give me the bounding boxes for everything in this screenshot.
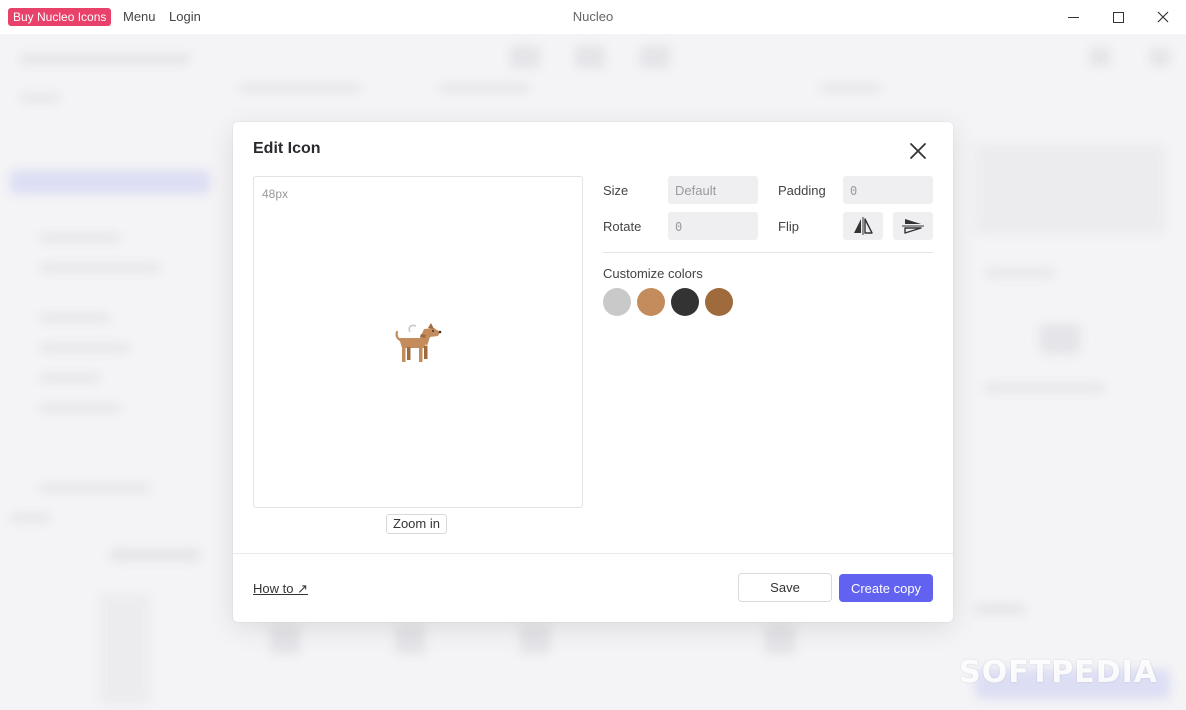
zoom-in-button[interactable]: Zoom in <box>386 514 447 534</box>
color-swatch[interactable] <box>671 288 699 316</box>
flip-label: Flip <box>778 219 799 234</box>
minimize-button[interactable] <box>1050 0 1096 34</box>
app-title: Nucleo <box>572 9 614 24</box>
preview-size-label: 48px <box>262 187 289 201</box>
title-bar: Buy Nucleo Icons Menu Login Nucleo <box>0 0 1186 34</box>
icon-preview: 48px <box>253 176 583 508</box>
flip-horizontal-icon <box>854 217 873 235</box>
window-close-button[interactable] <box>1140 0 1186 34</box>
close-icon <box>1157 11 1169 23</box>
padding-input[interactable] <box>843 176 933 204</box>
edit-icon-dialog: Edit Icon 48px Zoom in Size Default Padd… <box>233 122 953 622</box>
close-icon <box>910 143 926 159</box>
maximize-button[interactable] <box>1095 0 1141 34</box>
flip-vertical-icon <box>902 219 924 234</box>
padding-label: Padding <box>778 183 826 198</box>
settings-divider <box>603 252 933 253</box>
flip-horizontal-button[interactable] <box>843 212 883 240</box>
dog-icon <box>395 323 442 362</box>
color-swatch[interactable] <box>603 288 631 316</box>
how-to-link[interactable]: How to ↗ <box>253 581 308 597</box>
dialog-close-button[interactable] <box>905 138 931 164</box>
footer-divider <box>233 553 953 554</box>
color-swatch[interactable] <box>637 288 665 316</box>
dialog-title: Edit Icon <box>253 140 321 157</box>
save-button[interactable]: Save <box>738 573 832 602</box>
size-label: Size <box>603 183 629 198</box>
rotate-input[interactable] <box>668 212 758 240</box>
customize-colors-label: Customize colors <box>603 266 703 281</box>
rotate-label: Rotate <box>603 219 642 234</box>
softpedia-watermark: SOFTPEDIA <box>959 655 1158 690</box>
create-copy-button[interactable]: Create copy <box>839 574 933 602</box>
color-swatch[interactable] <box>705 288 733 316</box>
size-input[interactable] <box>668 176 758 204</box>
flip-vertical-button[interactable] <box>893 212 933 240</box>
